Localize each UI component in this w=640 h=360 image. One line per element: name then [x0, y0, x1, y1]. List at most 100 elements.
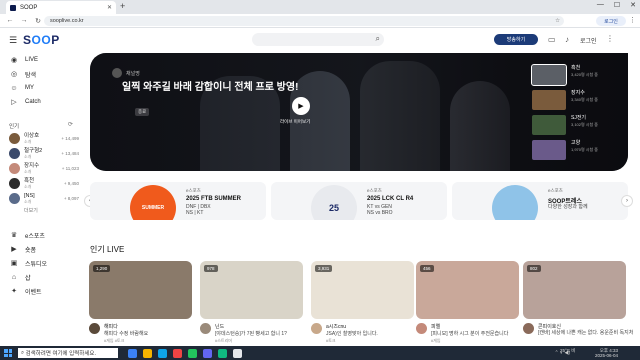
maximize-icon[interactable]: ☐	[614, 1, 620, 9]
compass-icon: ◎	[10, 71, 18, 78]
live-streamer-name[interactable]: 닌드	[215, 323, 224, 330]
section-label-popular: 인기	[9, 124, 20, 130]
search-icon[interactable]: ⌕	[376, 34, 380, 44]
play-icon: ▶	[298, 103, 304, 110]
close-window-icon[interactable]: ✕	[630, 1, 636, 9]
avatar[interactable]	[311, 323, 322, 334]
edge-icon[interactable]	[158, 348, 167, 358]
more-icon[interactable]: ⋮	[606, 34, 614, 43]
hero-banner[interactable]: 채널명 일찍 와주길 바래 감합이니 전체 프로 방영! 종료 ▶ 라이브 이어…	[90, 53, 628, 171]
new-tab-icon[interactable]: +	[120, 1, 125, 11]
live-streamer-name[interactable]: a시즈cnu	[326, 323, 346, 330]
sidebar-item-event[interactable]: ✦ 이벤트	[9, 286, 42, 296]
live-title[interactable]: [야데스턴승]가 7된 빵세고 합니 1?	[215, 330, 287, 337]
sidebar-item-label: e스포츠	[25, 233, 45, 240]
window-controls: — ☐ ✕	[597, 1, 636, 9]
minimize-icon[interactable]: —	[597, 1, 604, 9]
playlist-title: 고양	[571, 140, 581, 146]
sidebar-streamer[interactable]: 흑천 소개 + 9,450	[9, 177, 79, 190]
avatar[interactable]	[416, 323, 427, 334]
chrome-icon[interactable]	[188, 348, 197, 358]
camera-icon[interactable]: ▭	[548, 35, 556, 44]
sidebar-item-live[interactable]: ◉ LIVE	[9, 55, 38, 65]
windows-start-icon[interactable]	[4, 349, 12, 357]
refresh-icon[interactable]: ⟳	[68, 121, 73, 128]
live-streamer-name[interactable]: 콘피이호신	[538, 323, 561, 330]
card-art: 25	[311, 185, 357, 220]
search-input[interactable]: ⌕	[252, 33, 384, 46]
live-streamer-name[interactable]: 해피다	[104, 323, 118, 330]
sidebar-streamer[interactable]: [NS] 소개 + 8,097	[9, 192, 79, 205]
login-link[interactable]: 로그인	[580, 36, 597, 45]
sidebar-item-esports[interactable]: ♛ e스포츠	[9, 230, 45, 240]
play-button[interactable]: ▶	[292, 97, 310, 115]
avatar[interactable]	[200, 323, 211, 334]
live-thumb[interactable]: 802	[523, 261, 626, 319]
clock[interactable]: 오후 4:33 2025-06-04	[595, 348, 618, 358]
live-streamer-name[interactable]: 피엘	[431, 323, 440, 330]
app-icon[interactable]	[173, 348, 182, 358]
soop-logo[interactable]: SOOP	[23, 33, 60, 47]
sidebar-item-catch[interactable]: ▷ Catch	[9, 97, 40, 107]
sidebar-item-explore[interactable]: ◎ 탐색	[9, 69, 36, 79]
sidebar-item-shorts[interactable]: ▶ 숏폼	[9, 244, 36, 254]
sidebar-streamer[interactable]: 이상호 소개 + 14,499	[9, 132, 79, 145]
avatar[interactable]	[89, 323, 100, 334]
live-card[interactable]: 456 피엘 [피니모] 명하 시그 분이 주전문습니다 #게임	[416, 261, 519, 343]
browser-menu-icon[interactable]: ⋮	[629, 16, 636, 24]
taskbar-search-input[interactable]: ⌕ 검색하려면 여기에 입력하세요.	[18, 348, 118, 358]
card-meta: e스포츠	[186, 188, 201, 193]
hamburger-menu-icon[interactable]: ☰	[9, 35, 17, 46]
channel-card[interactable]: 25 e스포츠 2025 LCK CL R4 KT vs GEN NS vs B…	[271, 182, 447, 220]
live-card[interactable]: 978 닌드 [야데스턴승]가 7된 빵세고 합니 1? #스트리머	[200, 261, 303, 343]
live-title[interactable]: JSA)인 찰영맞아 입니다.	[326, 330, 378, 337]
playlist-meta: 3,340명 시청 중	[571, 97, 598, 102]
live-card[interactable]: 1,290 해피다 해피다 수정 바람해요 #게임 #토크	[89, 261, 192, 343]
live-title[interactable]: [피니모] 명하 시그 분이 주전문습니다	[431, 330, 508, 337]
sidebar-streamer[interactable]: 철구형2 소개 + 13,484	[9, 147, 79, 160]
browser-tab[interactable]: SOOP ✕	[6, 1, 116, 14]
card-desc: KT vs GEN NS vs BRO	[367, 204, 393, 216]
file-explorer-icon[interactable]	[143, 348, 152, 358]
live-thumb[interactable]: 978	[200, 261, 303, 319]
playlist-item[interactable]: 고양 1,970명 시청 중	[532, 140, 620, 162]
reload-icon[interactable]: ↻	[34, 17, 42, 25]
url-text: sooplive.co.kr	[50, 18, 84, 24]
back-icon[interactable]: ←	[6, 17, 14, 24]
close-tab-icon[interactable]: ✕	[107, 4, 112, 11]
avatar[interactable]	[523, 323, 534, 334]
live-card[interactable]: 802 콘피이호신 [캔바] 세상에 나쁜 캐는 없다. 용운준비 독지처	[523, 261, 633, 336]
go-live-button[interactable]: 방송하기	[494, 34, 538, 45]
app-icon[interactable]	[218, 348, 227, 358]
playlist-item[interactable]: 장지수 3,340명 시청 중	[532, 90, 620, 112]
tray-icons[interactable]: ⌃ ◐ ◀)	[555, 350, 571, 356]
channel-card[interactable]: e스포츠 SOOP트레스 다양한 성장과 함께	[452, 182, 628, 220]
channel-card[interactable]: SUMMER e스포츠 2025 FTB SUMMER DNF | DBX NS…	[90, 182, 266, 220]
hero-title[interactable]: 일찍 와주길 바래 감합이니 전체 프로 방영!	[122, 81, 312, 94]
app-icon[interactable]	[233, 348, 242, 358]
bell-icon[interactable]: ♪	[565, 35, 569, 44]
shop-icon: ⌂	[11, 273, 17, 281]
sidebar-item-shop[interactable]: ⌂ 샵	[9, 272, 31, 282]
playlist-item[interactable]: SJ전기 3,102명 시청 중	[532, 115, 620, 137]
task-view-icon[interactable]	[128, 348, 137, 358]
live-thumb[interactable]: 1,290	[89, 261, 192, 319]
cards-next-button[interactable]: ›	[621, 195, 633, 207]
more-streamers-link[interactable]: 더보기	[24, 207, 38, 214]
browser-profile-chip[interactable]: 로그인	[596, 16, 626, 26]
url-input[interactable]: sooplive.co.kr ☆	[44, 16, 564, 26]
card-meta: e스포츠	[367, 188, 382, 193]
forward-icon[interactable]: →	[20, 17, 28, 24]
live-thumb[interactable]: 456	[416, 261, 519, 319]
sidebar-item-studio[interactable]: ▣ 스튜디오	[9, 258, 47, 268]
live-thumb[interactable]: 3,931	[311, 261, 414, 319]
live-card[interactable]: 3,931 a시즈cnu JSA)인 찰영맞아 입니다. #토크	[311, 261, 414, 343]
windows-taskbar: ⌕ 검색하려면 여기에 입력하세요. 25°C 비 ⌃ ◐ ◀) 오후 4:33…	[0, 346, 640, 360]
app-icon[interactable]	[203, 348, 212, 358]
playlist-item[interactable]: 흑천 3,420명 시청 중	[531, 64, 620, 87]
sidebar-item-my[interactable]: ☺ MY	[9, 83, 34, 93]
live-title[interactable]: [캔바] 세상에 나쁜 캐는 없다. 용운준비 독지처	[538, 330, 638, 336]
bookmark-star-icon[interactable]: ☆	[555, 18, 560, 24]
live-title[interactable]: 해피다 수정 바람해요	[104, 330, 148, 337]
sidebar-streamer[interactable]: 장지수 소개 + 11,023	[9, 162, 79, 175]
